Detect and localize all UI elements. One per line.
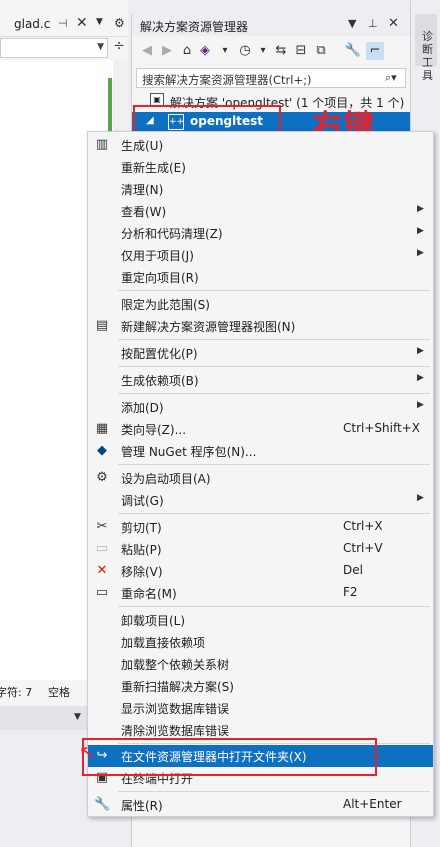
paste-icon: ▭ [95, 541, 109, 556]
menu-separator [118, 339, 430, 340]
wrench-icon[interactable]: 🔧 [344, 42, 362, 60]
submenu-arrow-icon: ▶ [417, 373, 424, 383]
menu-item-analyze[interactable]: 分析和代码清理(Z) ▶ [88, 222, 433, 244]
menu-item-rebuild[interactable]: 重新生成(E) [88, 156, 433, 178]
pin-icon[interactable]: ⊣ [58, 17, 68, 30]
solution-explorer-toolbar: ◀ ▶ ⌂ ◈ ▾ ◷ ▾ ⇆ ⊟ ⧉ 🔧 ⌐ [132, 38, 410, 66]
scissors-icon: ✂ [96, 519, 108, 534]
menu-item-scope-to-this[interactable]: 限定为此范围(S) [88, 293, 433, 315]
status-chars: 字符: 7 [0, 686, 33, 699]
menu-item-remove[interactable]: ✕ 移除(V) Del [88, 560, 433, 582]
show-all-files-icon[interactable]: ⧉ [312, 42, 330, 60]
preview-icon[interactable]: ⌐ [366, 42, 384, 60]
sync-icon[interactable]: ⇆ [272, 42, 290, 60]
menu-item-rescan-solution[interactable]: 重新扫描解决方案(S) [88, 675, 433, 697]
pin-icon[interactable]: ⊥ [368, 17, 378, 30]
submenu-arrow-icon: ▶ [417, 204, 424, 214]
menu-separator [118, 366, 430, 367]
menu-item-build[interactable]: ▥ 生成(U) [88, 134, 433, 156]
status-spaces: 空格 [48, 686, 70, 699]
menu-item-rename[interactable]: ▭ 重命名(M) F2 [88, 582, 433, 604]
menu-item-retarget[interactable]: 重定向项目(R) [88, 266, 433, 288]
close-icon[interactable]: ✕ [388, 16, 399, 31]
menu-separator [118, 791, 430, 792]
chevron-down-icon[interactable]: ▼ [96, 17, 103, 27]
close-icon[interactable]: ✕ [76, 15, 88, 31]
wrench-icon: 🔧 [94, 797, 111, 812]
menu-separator [118, 513, 430, 514]
split-editor-icon[interactable]: ÷ [110, 38, 128, 58]
menu-item-show-browse-db-errors[interactable]: 显示浏览数据库错误 [88, 697, 433, 719]
menu-item-clean[interactable]: 清理(N) [88, 178, 433, 200]
nuget-icon: ◆ [97, 443, 107, 458]
history-icon[interactable]: ◷ [236, 42, 254, 60]
menu-shortcut: Ctrl+X [343, 519, 383, 533]
collapse-all-icon[interactable]: ⊟ [292, 42, 310, 60]
pointer-arrow-icon: ↖ [77, 738, 98, 766]
chevron-down-icon: ▼ [97, 42, 104, 52]
menu-item-build-dependencies[interactable]: 生成依赖项(B) ▶ [88, 369, 433, 391]
menu-shortcut: Alt+Enter [343, 797, 402, 811]
menu-item-view[interactable]: 查看(W) ▶ [88, 200, 433, 222]
panel-title: 解决方案资源管理器 [140, 20, 249, 34]
menu-item-profile-guided[interactable]: 按配置优化(P) ▶ [88, 342, 433, 364]
chevron-down-icon[interactable]: ▾ [216, 42, 234, 60]
submenu-arrow-icon: ▶ [417, 346, 424, 356]
diagnostic-tools-tab[interactable]: 诊断工具 [415, 14, 437, 82]
menu-item-class-wizard[interactable]: ▦ 类向导(Z)... Ctrl+Shift+X [88, 418, 433, 440]
chevron-down-icon[interactable]: ▼ [74, 712, 81, 722]
build-icon: ▥ [95, 137, 109, 152]
gear-icon[interactable]: ⚙ [114, 16, 125, 30]
menu-separator [118, 464, 430, 465]
menu-shortcut: F2 [343, 585, 358, 599]
navigation-dropdown[interactable]: ▼ [0, 38, 108, 58]
menu-item-add[interactable]: 添加(D) ▶ [88, 396, 433, 418]
tab-label: glad.c [14, 17, 51, 31]
solution-explorer-title-bar: 解决方案资源管理器 ▼ ⊥ ✕ [132, 14, 410, 36]
menu-item-project-only[interactable]: 仅用于项目(J) ▶ [88, 244, 433, 266]
chevron-down-icon[interactable]: ▾ [254, 42, 272, 60]
diagnostic-tools-label: 诊断工具 [422, 30, 433, 82]
gear-icon: ⚙ [96, 470, 108, 485]
rename-icon: ▭ [95, 585, 109, 600]
menu-item-cut[interactable]: ✂ 剪切(T) Ctrl+X [88, 516, 433, 538]
search-placeholder: 搜索解决方案资源管理器(Ctrl+;) [142, 73, 312, 87]
search-icon[interactable]: ⌕▾ [385, 71, 397, 85]
submenu-arrow-icon: ▶ [417, 400, 424, 410]
remove-icon: ✕ [96, 563, 108, 578]
context-menu: ▥ 生成(U) 重新生成(E) 清理(N) 查看(W) ▶ 分析和代码清理(Z)… [87, 131, 434, 817]
open-folder-highlight-box [82, 738, 377, 776]
menu-shortcut: Ctrl+Shift+X [343, 421, 420, 435]
submenu-arrow-icon: ▶ [417, 248, 424, 258]
menu-item-set-startup[interactable]: ⚙ 设为启动项目(A) [88, 467, 433, 489]
chevron-down-icon[interactable]: ▼ [348, 17, 356, 30]
submenu-arrow-icon: ▶ [417, 493, 424, 503]
menu-item-load-direct-deps[interactable]: 加载直接依赖项 [88, 631, 433, 653]
menu-shortcut: Del [343, 563, 363, 577]
menu-shortcut: Ctrl+V [343, 541, 383, 555]
search-input[interactable]: 搜索解决方案资源管理器(Ctrl+;) ⌕▾ [136, 68, 406, 88]
visual-studio-icon[interactable]: ◈ [196, 42, 214, 60]
home-icon[interactable]: ⌂ [178, 42, 196, 60]
menu-item-unload-project[interactable]: 卸载项目(L) [88, 609, 433, 631]
back-icon[interactable]: ◀ [138, 42, 156, 60]
editor-tab-bar: glad.c ⊣ ✕ ▼ ⚙ [0, 14, 128, 37]
tab-glad-c[interactable]: glad.c ⊣ ✕ ▼ ⚙ [0, 14, 128, 37]
forward-icon[interactable]: ▶ [158, 42, 176, 60]
menu-item-manage-nuget[interactable]: ◆ 管理 NuGet 程序包(N)... [88, 440, 433, 462]
menu-separator [118, 393, 430, 394]
menu-separator [118, 606, 430, 607]
menu-item-paste[interactable]: ▭ 粘贴(P) Ctrl+V [88, 538, 433, 560]
class-wizard-icon: ▦ [95, 421, 109, 436]
menu-item-properties[interactable]: 🔧 属性(R) Alt+Enter [88, 794, 433, 816]
menu-item-new-view[interactable]: ▤ 新建解决方案资源管理器视图(N) [88, 315, 433, 337]
menu-item-load-dep-tree[interactable]: 加载整个依赖关系树 [88, 653, 433, 675]
menu-separator [118, 290, 430, 291]
new-view-icon: ▤ [95, 318, 109, 333]
menu-item-debug[interactable]: 调试(G) ▶ [88, 489, 433, 511]
submenu-arrow-icon: ▶ [417, 226, 424, 236]
